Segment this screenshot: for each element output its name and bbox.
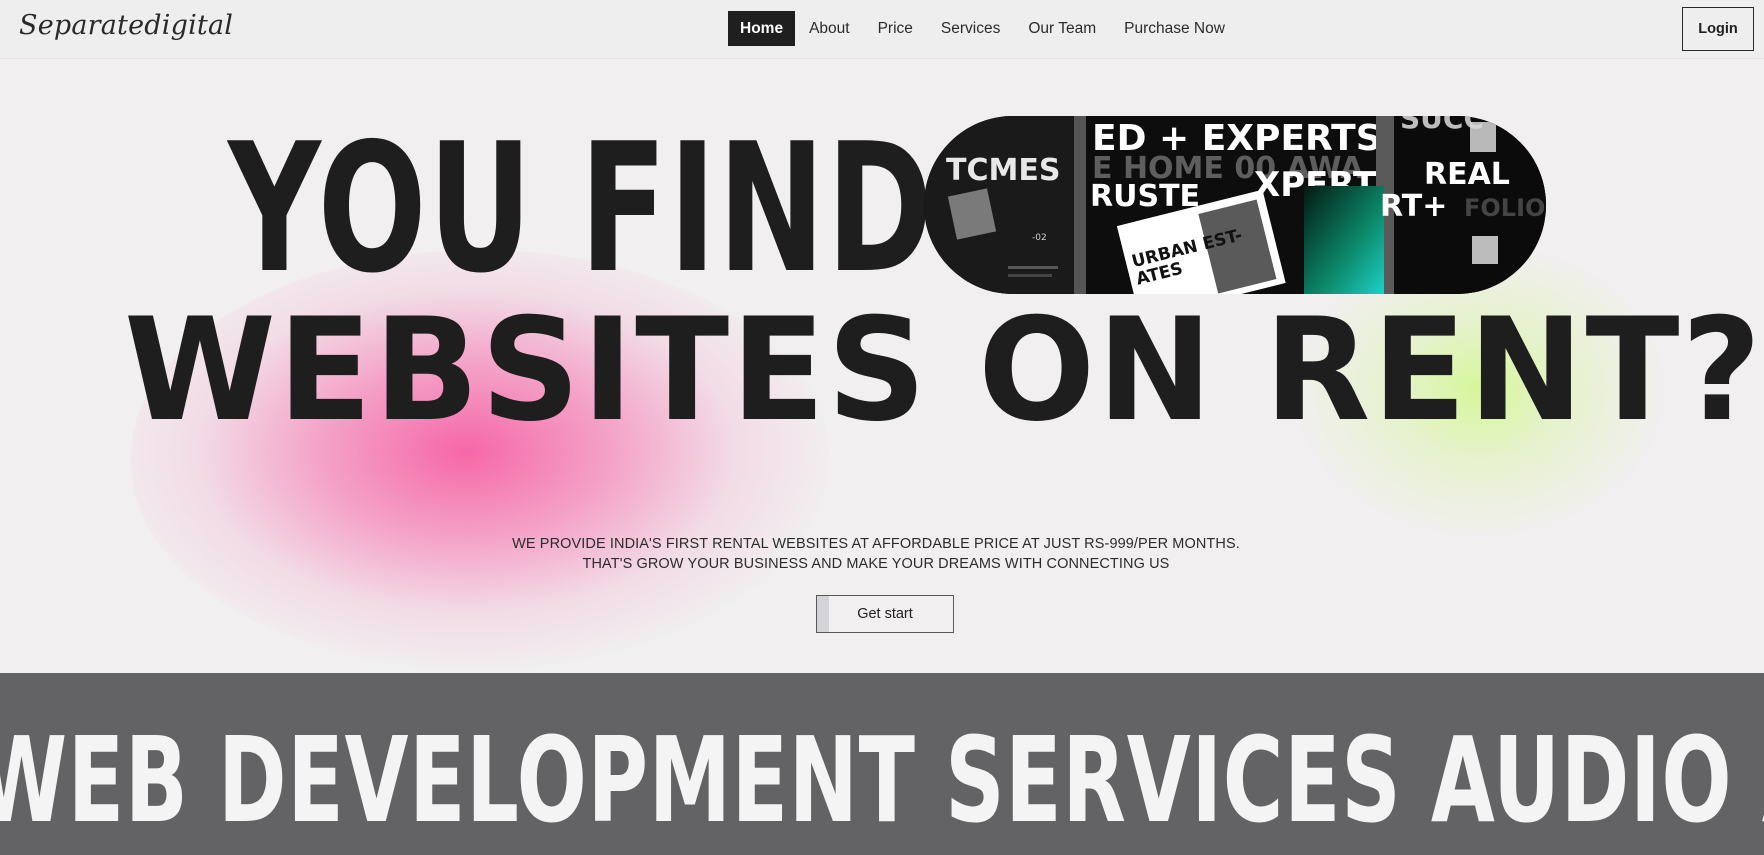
get-start-button[interactable]: Get start xyxy=(816,595,954,633)
pill-text-t10: -02 xyxy=(1032,233,1047,243)
hero-showcase-image: TCMES -02 ED + EXPERTS IN E HOME 00 AWA … xyxy=(924,116,1546,294)
nav-item-purchase-now[interactable]: Purchase Now xyxy=(1110,11,1239,46)
nav-item-price[interactable]: Price xyxy=(864,11,927,46)
nav-item-our-team[interactable]: Our Team xyxy=(1014,11,1110,46)
pill-text-t1: TCMES xyxy=(946,153,1060,188)
hero-subtext-line2: THAT'S GROW YOUR BUSINESS AND MAKE YOUR … xyxy=(582,556,1170,572)
nav-item-services[interactable]: Services xyxy=(927,11,1014,46)
nav-item-home[interactable]: Home xyxy=(728,11,796,46)
services-marquee-band: WEB DEVELOPMENT SERVICES AUDIO ADV xyxy=(0,673,1764,855)
top-navbar: Separatedigital Home About Price Service… xyxy=(0,0,1764,59)
pill-text-t4: RUSTE xyxy=(1090,179,1200,214)
pill-text-t6: REAL xyxy=(1424,157,1510,192)
services-marquee-text: WEB DEVELOPMENT SERVICES AUDIO ADV xyxy=(0,711,1764,849)
pill-text-t12: FOLIO xyxy=(1464,194,1545,222)
hero-subtext-line1: WE PROVIDE INDIA'S FIRST RENTAL WEBSITES… xyxy=(512,536,1240,552)
main-menu: Home About Price Services Our Team Purch… xyxy=(728,11,1239,46)
brand-logo[interactable]: Separatedigital xyxy=(19,10,233,41)
login-button[interactable]: Login xyxy=(1682,7,1754,51)
pill-text-t7: RT+ xyxy=(1380,189,1447,224)
nav-item-about[interactable]: About xyxy=(795,11,864,46)
landing-page: Separatedigital Home About Price Service… xyxy=(0,0,1764,855)
hero-heading-line2: WEBSITES ON RENT? xyxy=(124,288,1764,453)
get-start-label: Get start xyxy=(857,606,913,622)
hero-heading-line1: YOU FIND xyxy=(228,105,935,312)
button-accent-bar xyxy=(817,596,829,632)
